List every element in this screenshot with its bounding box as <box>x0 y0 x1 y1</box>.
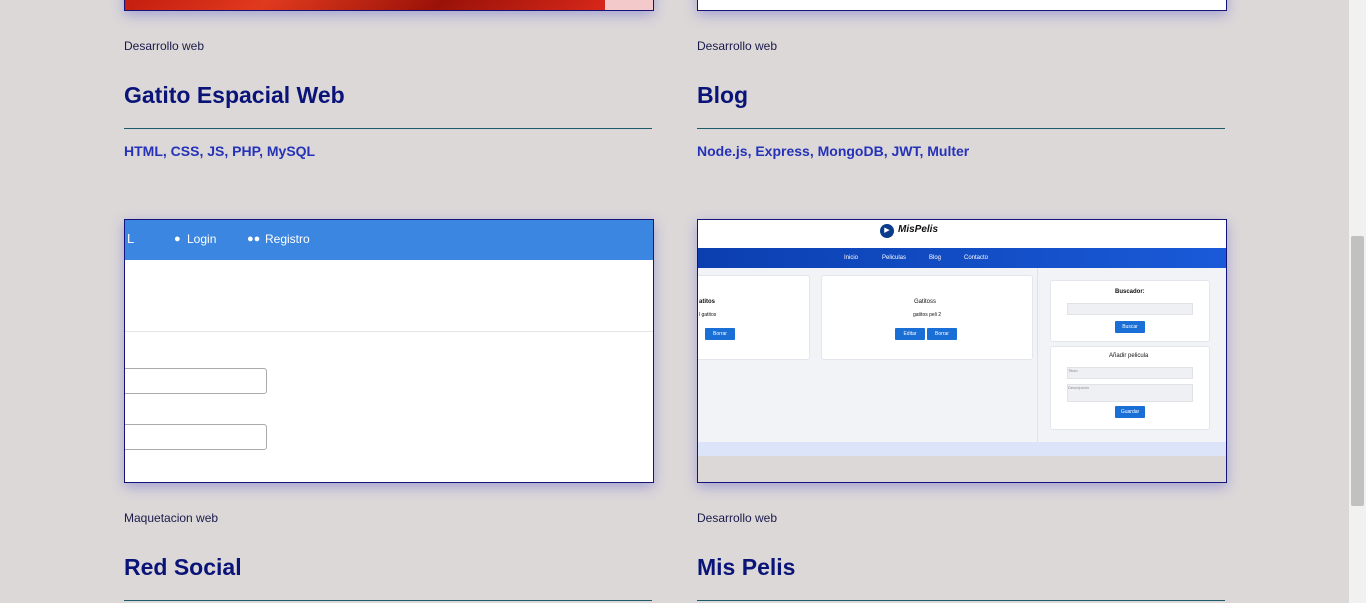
nav-item: Contacto <box>964 255 989 261</box>
search-field <box>1067 303 1193 315</box>
content: atitos l gatitos Borrar Gatitoss gatitos… <box>698 268 1226 442</box>
project-thumbnail-blog[interactable] <box>697 0 1227 11</box>
project-thumbnail-mis-pelis[interactable]: ▶ MisPelis Inicio Peliculas Blog Contact… <box>697 219 1227 483</box>
project-title[interactable]: Blog <box>697 82 748 109</box>
search-button: Buscar <box>1115 321 1145 333</box>
users-icon: ●● <box>247 233 261 245</box>
navbar: L ● Login ●● Registro <box>125 220 653 260</box>
nav-item: Blog <box>929 255 942 261</box>
play-icon: ▶ <box>880 224 894 238</box>
project-title[interactable]: Red Social <box>124 554 242 581</box>
gatito-image-edge <box>605 0 653 10</box>
nav-item: Inicio <box>844 255 859 261</box>
divider <box>124 600 652 601</box>
movie-title: atitos <box>699 299 716 305</box>
project-tech: Node.js, Express, MongoDB, JWT, Multer <box>697 143 970 159</box>
navbar: Inicio Peliculas Blog Contacto <box>698 248 1226 268</box>
movie-desc: l gatitos <box>699 312 717 318</box>
project-title[interactable]: Gatito Espacial Web <box>124 82 345 109</box>
divider <box>124 128 652 129</box>
description-field: Descripción <box>1067 384 1193 402</box>
project-title[interactable]: Mis Pelis <box>697 554 795 581</box>
edit-button: Editar <box>895 328 925 340</box>
login-link: Login <box>187 232 217 246</box>
email-field <box>125 368 267 394</box>
save-button: Guardar <box>1115 406 1145 418</box>
footer <box>698 442 1226 456</box>
scrollbar-thumb[interactable] <box>1351 236 1364 506</box>
header: ▶ MisPelis <box>698 220 1226 248</box>
delete-button: Borrar <box>705 328 735 340</box>
project-category: Desarrollo web <box>697 511 778 525</box>
title-field: Titulo <box>1067 367 1193 379</box>
brand: MisPelis <box>898 224 939 235</box>
project-category: Desarrollo web <box>124 39 205 53</box>
search-card: Buscador: Buscar <box>1050 280 1210 342</box>
movie-card: atitos l gatitos Borrar <box>698 275 810 360</box>
search-title: Buscador: <box>1115 289 1145 295</box>
movie-desc: gatitos peli 2 <box>913 312 942 318</box>
user-icon: ● <box>174 233 181 245</box>
password-field <box>125 424 267 450</box>
add-title: Añadir pelicula <box>1109 353 1149 359</box>
project-category: Desarrollo web <box>697 39 778 53</box>
scrollbar[interactable] <box>1349 0 1366 603</box>
add-movie-card: Añadir pelicula Titulo Descripción Guard… <box>1050 346 1210 430</box>
nav-item: Peliculas <box>882 255 907 261</box>
divider <box>697 128 1225 129</box>
sidebar-divider <box>1037 268 1038 442</box>
movie-title: Gatitoss <box>914 299 937 305</box>
project-thumbnail-gatito[interactable] <box>124 0 654 11</box>
brand-fragment: L <box>127 231 135 246</box>
divider <box>125 331 653 332</box>
register-link: Registro <box>265 232 310 246</box>
delete-button: Borrar <box>927 328 957 340</box>
project-category: Maquetacion web <box>124 511 219 525</box>
project-thumbnail-red-social[interactable]: L ● Login ●● Registro <box>124 219 654 483</box>
divider <box>697 600 1225 601</box>
gatito-image <box>125 0 605 10</box>
project-tech: HTML, CSS, JS, PHP, MySQL <box>124 143 316 159</box>
movie-card: Gatitoss gatitos peli 2 Editar Borrar <box>821 275 1033 360</box>
